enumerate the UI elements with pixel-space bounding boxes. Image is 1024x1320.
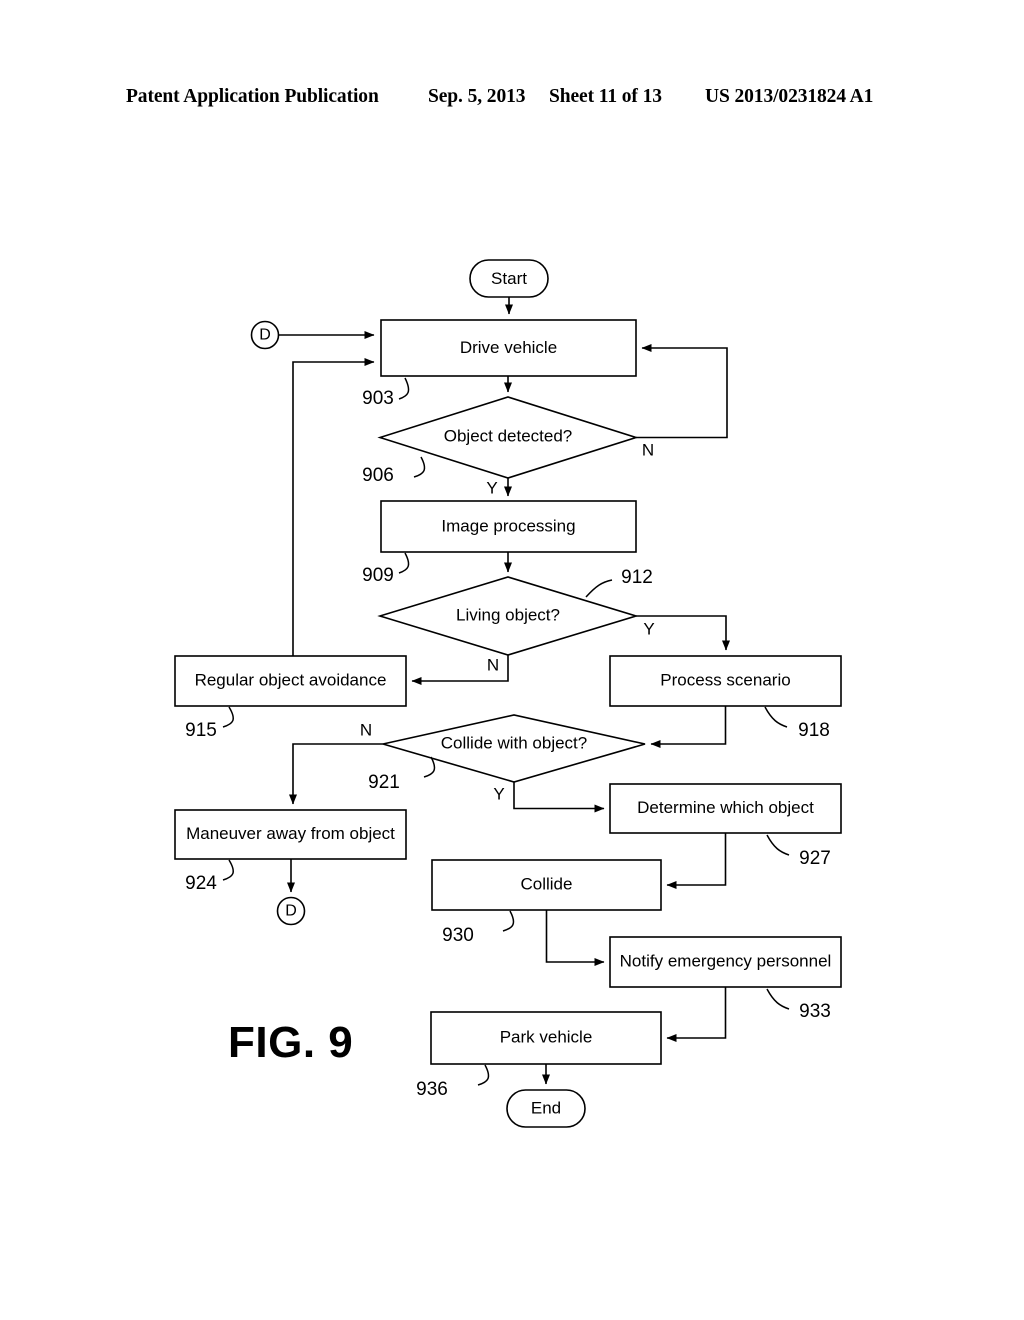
connector-d-in-label: D: [259, 327, 271, 344]
leader-924: [222, 859, 234, 881]
node-collide: Collide: [431, 859, 662, 911]
branch-label-object-detected-yes: Y: [486, 478, 497, 497]
ref-numeral-927: 927: [799, 848, 831, 869]
branch-label-living-object-no: N: [487, 655, 499, 674]
ref-numeral-903: 903: [362, 388, 394, 409]
node-end-label: End: [531, 1098, 561, 1117]
node-regular-object-avoidance-label: Regular object avoidance: [195, 670, 387, 689]
node-object-detected: Object detected?: [377, 396, 639, 479]
node-maneuver-away-label: Maneuver away from object: [186, 824, 395, 843]
branch-label-collide-yes: Y: [493, 784, 504, 803]
edge-notify-to-park: [666, 987, 727, 1042]
edge-process-scenario-to-collide-decision: [650, 706, 727, 748]
ref-numeral-924: 924: [185, 873, 217, 894]
ref-numeral-921: 921: [368, 772, 400, 793]
leader-915: [222, 706, 234, 728]
leader-921: [423, 756, 436, 778]
ref-numeral-918: 918: [798, 720, 830, 741]
branch-label-collide-no: N: [360, 720, 372, 739]
node-end: End: [506, 1089, 586, 1128]
ref-numeral-912: 912: [621, 567, 653, 588]
node-drive-vehicle-label: Drive vehicle: [460, 338, 557, 357]
ref-numeral-936: 936: [416, 1079, 448, 1100]
node-drive-vehicle: Drive vehicle: [380, 319, 637, 377]
node-process-scenario: Process scenario: [609, 655, 842, 707]
node-start: Start: [469, 259, 549, 298]
node-regular-object-avoidance: Regular object avoidance: [174, 655, 407, 707]
leader-918: [764, 706, 788, 728]
node-process-scenario-label: Process scenario: [660, 670, 790, 689]
node-notify-emergency: Notify emergency personnel: [609, 936, 842, 988]
node-living-object-label: Living object?: [456, 605, 560, 624]
connector-d-out-label: D: [285, 903, 297, 920]
figure-label: FIG. 9: [228, 1018, 354, 1067]
node-image-processing: Image processing: [380, 500, 637, 553]
node-object-detected-label: Object detected?: [444, 426, 573, 445]
ref-numeral-915: 915: [185, 720, 217, 741]
node-notify-emergency-label: Notify emergency personnel: [620, 951, 832, 970]
node-park-vehicle: Park vehicle: [430, 1011, 662, 1065]
leader-909: [398, 552, 410, 574]
leader-906: [413, 456, 426, 478]
node-collide-with-object: Collide with object?: [382, 714, 646, 783]
flowchart-diagram: Start Drive vehicle Object detected? Ima…: [174, 259, 842, 1128]
ref-numeral-933: 933: [799, 1001, 831, 1022]
edge-collide-decision-yes: [513, 782, 605, 813]
leader-936: [477, 1064, 490, 1086]
node-living-object: Living object?: [377, 576, 639, 656]
ref-numeral-906: 906: [362, 465, 394, 486]
node-collide-with-object-label: Collide with object?: [441, 733, 587, 752]
patent-drawing-page: Patent Application Publication Sep. 5, 2…: [0, 0, 1024, 1320]
node-determine-which-object-label: Determine which object: [637, 798, 814, 817]
leader-903: [398, 377, 410, 400]
edge-collide-to-notify: [545, 910, 605, 966]
leader-933: [766, 988, 790, 1010]
branch-label-living-object-yes: Y: [643, 619, 654, 638]
leader-927: [766, 834, 790, 856]
ref-numeral-930: 930: [442, 925, 474, 946]
node-determine-which-object: Determine which object: [609, 783, 842, 834]
leader-930: [502, 910, 515, 932]
node-park-vehicle-label: Park vehicle: [500, 1027, 593, 1046]
node-collide-label: Collide: [521, 874, 573, 893]
connector-d-in: D: [250, 320, 280, 350]
node-image-processing-label: Image processing: [441, 516, 575, 535]
branch-label-object-detected-no: N: [642, 440, 654, 459]
connector-d-out: D: [276, 896, 306, 926]
edge-object-detected-no-loop: [636, 344, 728, 439]
ref-numeral-909: 909: [362, 565, 394, 586]
node-start-label: Start: [491, 269, 527, 288]
node-maneuver-away: Maneuver away from object: [174, 809, 407, 860]
leader-912: [585, 579, 613, 598]
edge-determine-to-collide: [666, 833, 727, 889]
